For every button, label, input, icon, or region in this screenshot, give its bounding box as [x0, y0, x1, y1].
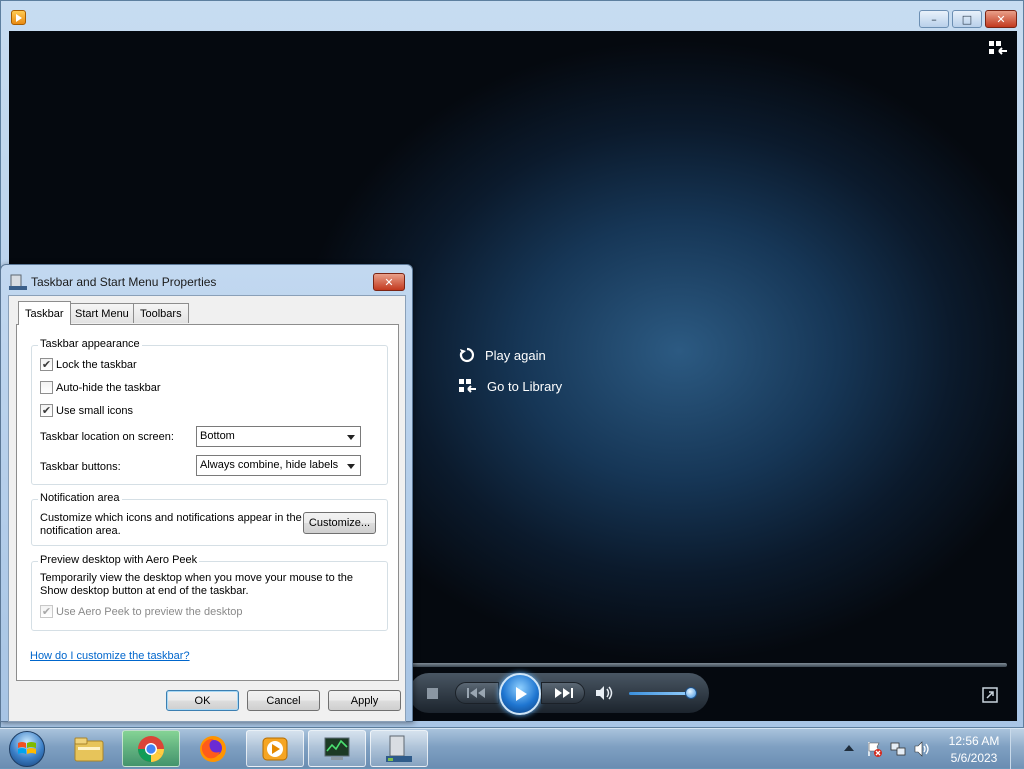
speaker-icon [596, 686, 613, 700]
help-link[interactable]: How do I customize the taskbar? [30, 650, 190, 662]
clock-date[interactable]: 5/6/2023 [942, 751, 1006, 765]
taskbar-properties-icon [9, 274, 27, 290]
notification-description-line2: notification area. [40, 525, 121, 537]
taskbar-properties-dialog: Taskbar and Start Menu Properties ✕ Task… [0, 264, 413, 722]
lock-taskbar-label[interactable]: Lock the taskbar [56, 359, 137, 372]
customize-button[interactable]: Customize... [303, 512, 376, 534]
tab-start-menu[interactable]: Start Menu [68, 303, 136, 323]
small-icons-label[interactable]: Use small icons [56, 405, 133, 418]
switch-to-library-icon[interactable] [988, 39, 1008, 57]
show-hidden-icons-chevron-icon[interactable] [844, 745, 854, 751]
notification-tray: 12:56 AM 5/6/2023 [838, 729, 1024, 769]
taskbar-buttons-value: Always combine, hide labels [200, 459, 339, 471]
play-button[interactable] [499, 673, 541, 715]
aero-peek-description-line1: Temporarily view the desktop when you mo… [40, 572, 354, 584]
media-player-app-icon [11, 10, 26, 25]
show-desktop-button[interactable] [1010, 729, 1024, 769]
ok-button[interactable]: OK [166, 690, 239, 711]
switch-to-now-playing-icon[interactable] [982, 687, 998, 703]
next-icon [555, 688, 573, 698]
seek-bar[interactable] [409, 663, 1007, 667]
tab-taskbar[interactable]: Taskbar [18, 301, 71, 325]
dialog-body: Taskbar Start Menu Toolbars Taskbar appe… [8, 295, 406, 722]
replay-icon [459, 347, 475, 363]
previous-icon [467, 688, 485, 698]
dialog-close-button[interactable]: ✕ [373, 273, 405, 291]
cancel-button[interactable]: Cancel [247, 690, 320, 711]
stop-button[interactable] [425, 686, 439, 700]
windows-explorer-icon [74, 737, 104, 761]
network-icon[interactable] [890, 741, 906, 757]
maximize-button[interactable]: □ [952, 10, 982, 28]
taskbar-properties-window[interactable] [370, 730, 428, 767]
aero-peek-group: Preview desktop with Aero Peek Temporari… [31, 554, 388, 631]
chevron-down-icon [347, 435, 355, 440]
volume-slider-thumb[interactable] [685, 687, 697, 699]
mute-button[interactable] [595, 685, 615, 701]
taskbar-chrome[interactable] [122, 730, 180, 767]
windows-logo-icon [9, 731, 45, 767]
media-player-titlebar[interactable]: – □ ✕ [1, 1, 1023, 31]
go-to-library-link[interactable]: Go to Library [459, 378, 562, 394]
taskbar-media-player[interactable] [246, 730, 304, 767]
play-again-label: Play again [485, 347, 546, 363]
media-player-icon [262, 737, 288, 760]
notification-description-line1: Customize which icons and notifications … [40, 512, 302, 524]
taskbar-tab-panel: Taskbar appearance ✔ Lock the taskbar Au… [16, 324, 399, 681]
library-icon [459, 379, 476, 393]
dialog-title: Taskbar and Start Menu Properties [31, 275, 217, 289]
taskbar-buttons-label: Taskbar buttons: [40, 461, 121, 473]
chrome-icon [137, 735, 165, 762]
taskbar-buttons-dropdown[interactable]: Always combine, hide labels [196, 455, 361, 476]
lock-taskbar-checkbox[interactable]: ✔ [40, 358, 53, 371]
small-icons-checkbox[interactable]: ✔ [40, 404, 53, 417]
taskbar-location-value: Bottom [200, 430, 235, 442]
chevron-down-icon [347, 464, 355, 469]
minimize-button[interactable]: – [919, 10, 949, 28]
taskbar-properties-icon [386, 735, 412, 762]
stop-icon [426, 687, 438, 699]
taskbar-appearance-group: Taskbar appearance ✔ Lock the taskbar Au… [31, 338, 388, 485]
taskbar-firefox[interactable] [184, 730, 242, 767]
tab-toolbars[interactable]: Toolbars [133, 303, 189, 323]
windows-taskbar: 12:56 AM 5/6/2023 [0, 728, 1024, 769]
taskbar-location-dropdown[interactable]: Bottom [196, 426, 361, 447]
previous-button[interactable] [455, 682, 499, 704]
aero-peek-checkbox: ✔ [40, 605, 53, 618]
group-label-appearance: Taskbar appearance [38, 338, 142, 350]
notification-area-group: Notification area Customize which icons … [31, 492, 388, 546]
task-manager-icon [324, 737, 350, 760]
taskbar-task-manager[interactable] [308, 730, 366, 767]
volume-icon[interactable] [914, 741, 930, 757]
play-again-link[interactable]: Play again [459, 347, 546, 363]
clock-time[interactable]: 12:56 AM [942, 734, 1006, 748]
group-label-aero-peek: Preview desktop with Aero Peek [38, 554, 200, 566]
apply-button[interactable]: Apply [328, 690, 401, 711]
action-center-flag-icon[interactable] [866, 741, 882, 757]
play-icon [516, 687, 527, 701]
close-button[interactable]: ✕ [985, 10, 1017, 28]
playback-controls [409, 673, 709, 715]
location-label: Taskbar location on screen: [40, 431, 174, 443]
next-button[interactable] [541, 682, 585, 704]
start-button[interactable] [4, 730, 50, 768]
aero-peek-label: Use Aero Peek to preview the desktop [56, 606, 243, 618]
firefox-icon [200, 735, 226, 762]
auto-hide-checkbox[interactable] [40, 381, 53, 394]
aero-peek-description-line2: Show desktop button at end of the taskba… [40, 585, 249, 597]
group-label-notification: Notification area [38, 492, 122, 504]
taskbar-windows-explorer[interactable] [60, 730, 118, 767]
auto-hide-label[interactable]: Auto-hide the taskbar [56, 382, 161, 395]
go-to-library-label: Go to Library [487, 378, 563, 394]
